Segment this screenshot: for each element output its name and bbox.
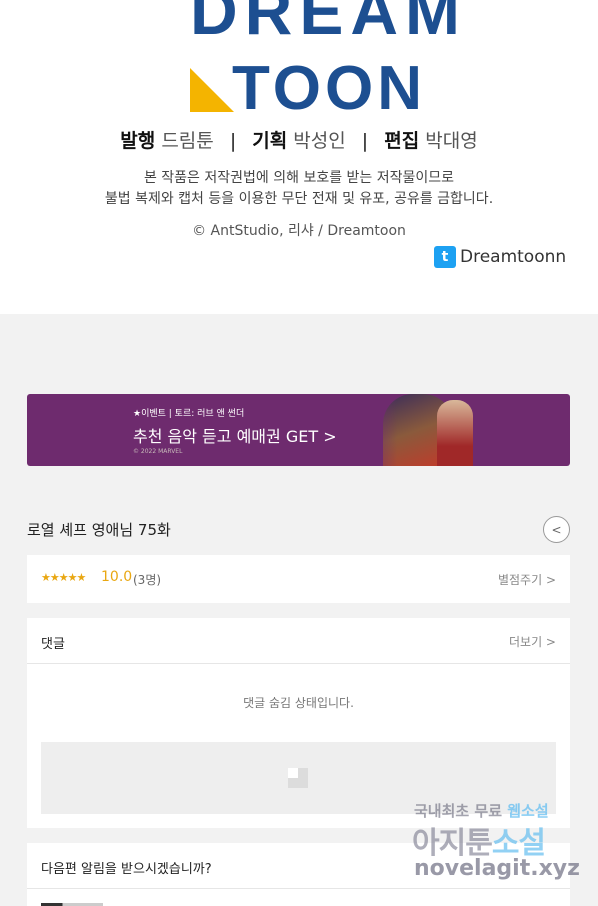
edit-label: 편집 — [384, 130, 420, 152]
comment-placeholder-icon — [288, 768, 308, 788]
separator: | — [229, 130, 237, 152]
credit-line: 발행 드림툰 | 기획 박성인 | 편집 박대영 — [0, 128, 598, 154]
plan-value: 박성인 — [293, 130, 346, 152]
star-rating-icon: ★★★★★ — [41, 571, 86, 584]
comments-title: 댓글 — [41, 637, 65, 652]
rating-count: (3명) — [133, 573, 162, 587]
event-banner[interactable]: ★이벤트 | 토르: 러브 앤 썬더 추천 음악 듣고 예매권 GET > © … — [27, 394, 570, 466]
divider — [27, 888, 570, 889]
publish-label: 발행 — [120, 130, 156, 152]
edit-value: 박대영 — [425, 130, 478, 152]
banner-character-image — [437, 400, 473, 466]
notice-line-2: 불법 복제와 캡처 등을 이용한 무단 전재 및 유포, 공유를 금합니다. — [104, 191, 494, 207]
dreamtoon-logo-bottom: TOON — [232, 54, 426, 123]
comments-more-button[interactable]: 더보기 > — [509, 633, 556, 650]
copyright-notice: 본 작품은 저작권법에 의해 보호를 받는 저작물이므로 불법 복제와 캡처 등… — [0, 168, 598, 210]
logo-triangle-icon — [190, 68, 234, 112]
credits-section: DREAM TOON 발행 드림툰 | 기획 박성인 | 편집 박대영 본 작품… — [0, 0, 598, 314]
comments-hidden-message: 댓글 숨김 상태입니다. — [243, 696, 354, 710]
banner-headline: 추천 음악 듣고 예매권 GET > — [133, 427, 337, 446]
dreamtoon-logo-top: DREAM — [190, 0, 467, 48]
twitter-link[interactable]: t Dreamtoonn — [434, 246, 566, 268]
banner-copyright: © 2022 MARVEL — [133, 448, 183, 455]
share-button[interactable]: < — [543, 516, 570, 543]
twitter-handle: Dreamtoonn — [460, 247, 567, 267]
separator: | — [361, 130, 369, 152]
episode-title: 로열 셰프 영애님 75화 — [27, 521, 171, 539]
rating-card: ★★★★★ 10.0 (3명) 별점주기 > — [27, 555, 570, 603]
comments-header: 댓글 더보기 > — [27, 618, 570, 664]
banner-event-label: ★이벤트 | 토르: 러브 앤 썬더 — [133, 409, 245, 419]
comments-card: 댓글 더보기 > 댓글 숨김 상태입니다. — [27, 618, 570, 828]
copyright-text: © AntStudio, 리샤 / Dreamtoon — [192, 223, 406, 239]
notice-line-1: 본 작품은 저작권법에 의해 보호를 받는 저작물이므로 — [143, 170, 455, 186]
share-icon: < — [551, 522, 562, 537]
twitter-icon: t — [434, 246, 456, 268]
next-episode-notify-card: 다음편 알림을 받으시겠습니까? — [27, 843, 570, 906]
rating-score: 10.0 — [101, 569, 133, 585]
plan-label: 기획 — [252, 130, 288, 152]
publish-value: 드림툰 — [161, 130, 214, 152]
rate-button[interactable]: 별점주기 > — [498, 571, 556, 588]
comment-input-area[interactable] — [41, 742, 556, 814]
notify-title: 다음편 알림을 받으시겠습니까? — [41, 862, 212, 877]
